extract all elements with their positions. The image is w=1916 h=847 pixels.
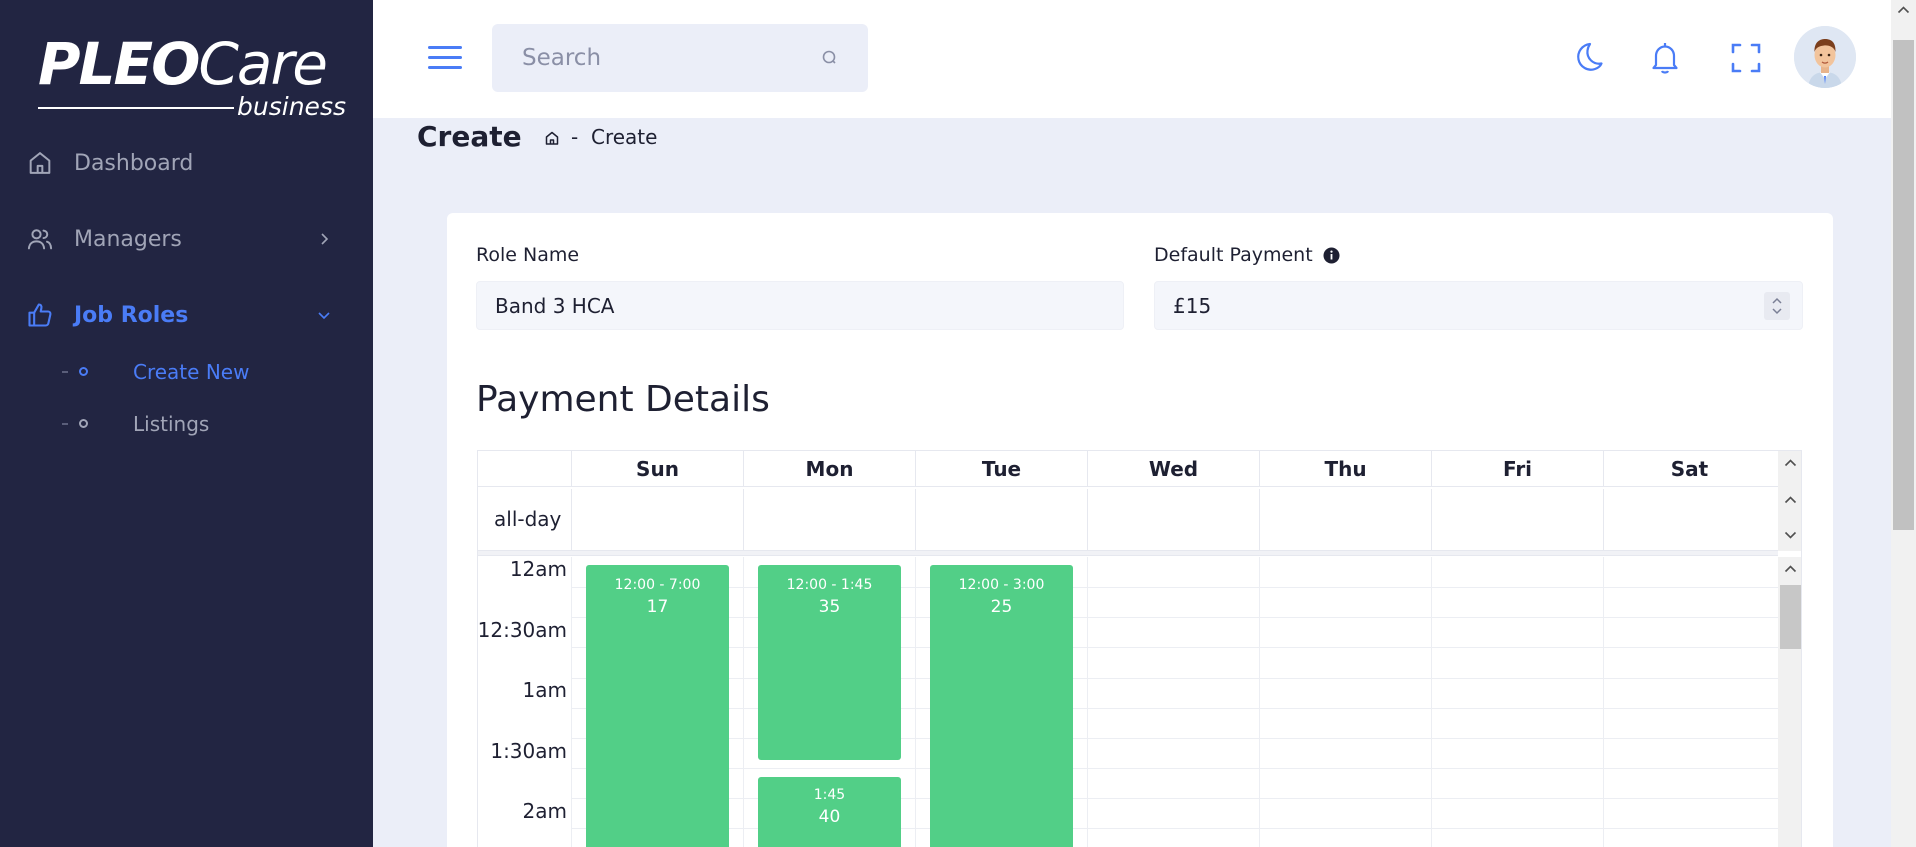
scroll-down-arrow-icon[interactable]: [1784, 529, 1797, 541]
calendar-event[interactable]: 1:45 40: [758, 777, 901, 847]
menu-toggle-icon[interactable]: [428, 46, 462, 72]
day-header-sat: Sat: [1603, 451, 1775, 487]
logo-wordmark: PLEOCare: [38, 30, 328, 98]
sidebar-subitem-label: Create New: [133, 360, 250, 384]
top-header: [373, 0, 1891, 118]
users-icon: [27, 229, 53, 250]
sidebar-item-label: Job Roles: [74, 302, 189, 328]
home-icon: [29, 152, 51, 174]
header-scrollbar[interactable]: [1778, 451, 1801, 551]
bell-icon[interactable]: [1645, 38, 1685, 78]
breadcrumb-separator: -: [571, 125, 579, 149]
time-label: 12am: [509, 557, 567, 581]
default-payment-input[interactable]: £15: [1154, 281, 1803, 330]
allday-divider: [478, 551, 1778, 556]
day-header-fri: Fri: [1431, 451, 1603, 487]
sidebar-subitem-listings[interactable]: Listings: [0, 404, 373, 444]
calendar-event[interactable]: 12:00 - 3:00 25: [930, 565, 1073, 847]
number-stepper[interactable]: [1764, 292, 1790, 320]
event-value: 40: [818, 807, 841, 827]
default-payment-value: £15: [1173, 293, 1212, 318]
sidebar-item-managers[interactable]: Managers: [0, 209, 373, 269]
time-grid-scrollbar-thumb[interactable]: [1780, 585, 1801, 649]
day-header-mon: Mon: [743, 451, 915, 487]
day-header-thu: Thu: [1259, 451, 1431, 487]
page-scrollbar-thumb[interactable]: [1893, 40, 1914, 530]
scroll-up-arrow-icon[interactable]: [1784, 494, 1797, 506]
day-header-sun: Sun: [571, 451, 743, 487]
breadcrumb-home-icon[interactable]: [544, 130, 560, 146]
default-payment-label-group: Default Payment: [1154, 244, 1340, 266]
logo-subtitle: business: [237, 92, 346, 121]
payment-calendar: Sun Mon Tue Wed Thu Fri Sat all-day 12am…: [477, 450, 1802, 847]
tree-connector: [62, 371, 68, 373]
page-title: Create: [417, 120, 522, 153]
role-name-input[interactable]: Band 3 HCA: [476, 281, 1124, 330]
day-header-tue: Tue: [915, 451, 1087, 487]
bullet-icon: [79, 367, 88, 376]
scroll-up-arrow-icon[interactable]: [1784, 563, 1797, 575]
allday-row: all-day: [478, 489, 1778, 551]
user-avatar[interactable]: [1794, 26, 1856, 88]
calendar-event[interactable]: 12:00 - 7:00 17: [586, 565, 729, 847]
sidebar-item-job-roles[interactable]: Job Roles: [0, 285, 373, 345]
pleocare-logo[interactable]: PLEOCare business: [38, 32, 358, 122]
time-grid: 12am 12:30am 1am 1:30am 2am 12:00 - 7:00…: [478, 557, 1778, 847]
search-box: [492, 24, 868, 92]
logo-underline: [38, 107, 234, 109]
event-time: 12:00 - 7:00: [614, 577, 701, 593]
breadcrumb-current: Create: [591, 125, 658, 149]
time-label: 12:30am: [477, 618, 567, 642]
calendar-day-header: Sun Mon Tue Wed Thu Fri Sat: [478, 451, 1801, 487]
page-scrollbar[interactable]: [1891, 0, 1916, 847]
event-time: 1:45: [813, 787, 846, 803]
role-name-value: Band 3 HCA: [495, 293, 615, 318]
calendar-event[interactable]: 12:00 - 1:45 35: [758, 565, 901, 760]
payment-details-title: Payment Details: [476, 379, 770, 420]
thumbs-up-icon: [28, 303, 52, 327]
event-value: 25: [990, 597, 1013, 617]
stepper-arrows-icon: [1772, 297, 1782, 315]
sidebar-subitem-label: Listings: [133, 412, 210, 436]
avatar-illustration: [1794, 26, 1856, 88]
event-value: 35: [818, 597, 841, 617]
tree-connector: [62, 423, 68, 425]
time-grid-scrollbar[interactable]: [1778, 557, 1801, 847]
role-name-label: Role Name: [476, 244, 580, 266]
time-label: 1am: [522, 678, 567, 702]
sidebar-item-label: Managers: [74, 226, 182, 252]
time-label: 2am: [522, 799, 567, 823]
scroll-up-arrow-icon[interactable]: [1784, 457, 1797, 469]
search-icon[interactable]: [820, 48, 840, 68]
search-input[interactable]: [492, 24, 812, 92]
chevron-right-icon: [321, 233, 329, 245]
fullscreen-icon[interactable]: [1726, 38, 1766, 78]
time-label: 1:30am: [490, 739, 567, 763]
default-payment-label: Default Payment: [1154, 244, 1313, 266]
info-icon[interactable]: [1323, 247, 1340, 264]
day-header-wed: Wed: [1087, 451, 1259, 487]
sidebar-item-label: Dashboard: [74, 150, 194, 176]
allday-label: all-day: [494, 507, 562, 531]
sidebar-item-dashboard[interactable]: Dashboard: [0, 133, 373, 193]
chevron-down-icon: [318, 312, 330, 320]
bullet-icon: [79, 419, 88, 428]
scroll-up-arrow-icon[interactable]: [1897, 4, 1910, 16]
event-time: 12:00 - 1:45: [786, 577, 873, 593]
event-value: 17: [646, 597, 669, 617]
moon-icon[interactable]: [1568, 38, 1608, 78]
sidebar: PLEOCare business Dashboard Managers Job…: [0, 0, 373, 847]
event-time: 12:00 - 3:00: [958, 577, 1045, 593]
sidebar-subitem-create-new[interactable]: Create New: [0, 352, 373, 392]
